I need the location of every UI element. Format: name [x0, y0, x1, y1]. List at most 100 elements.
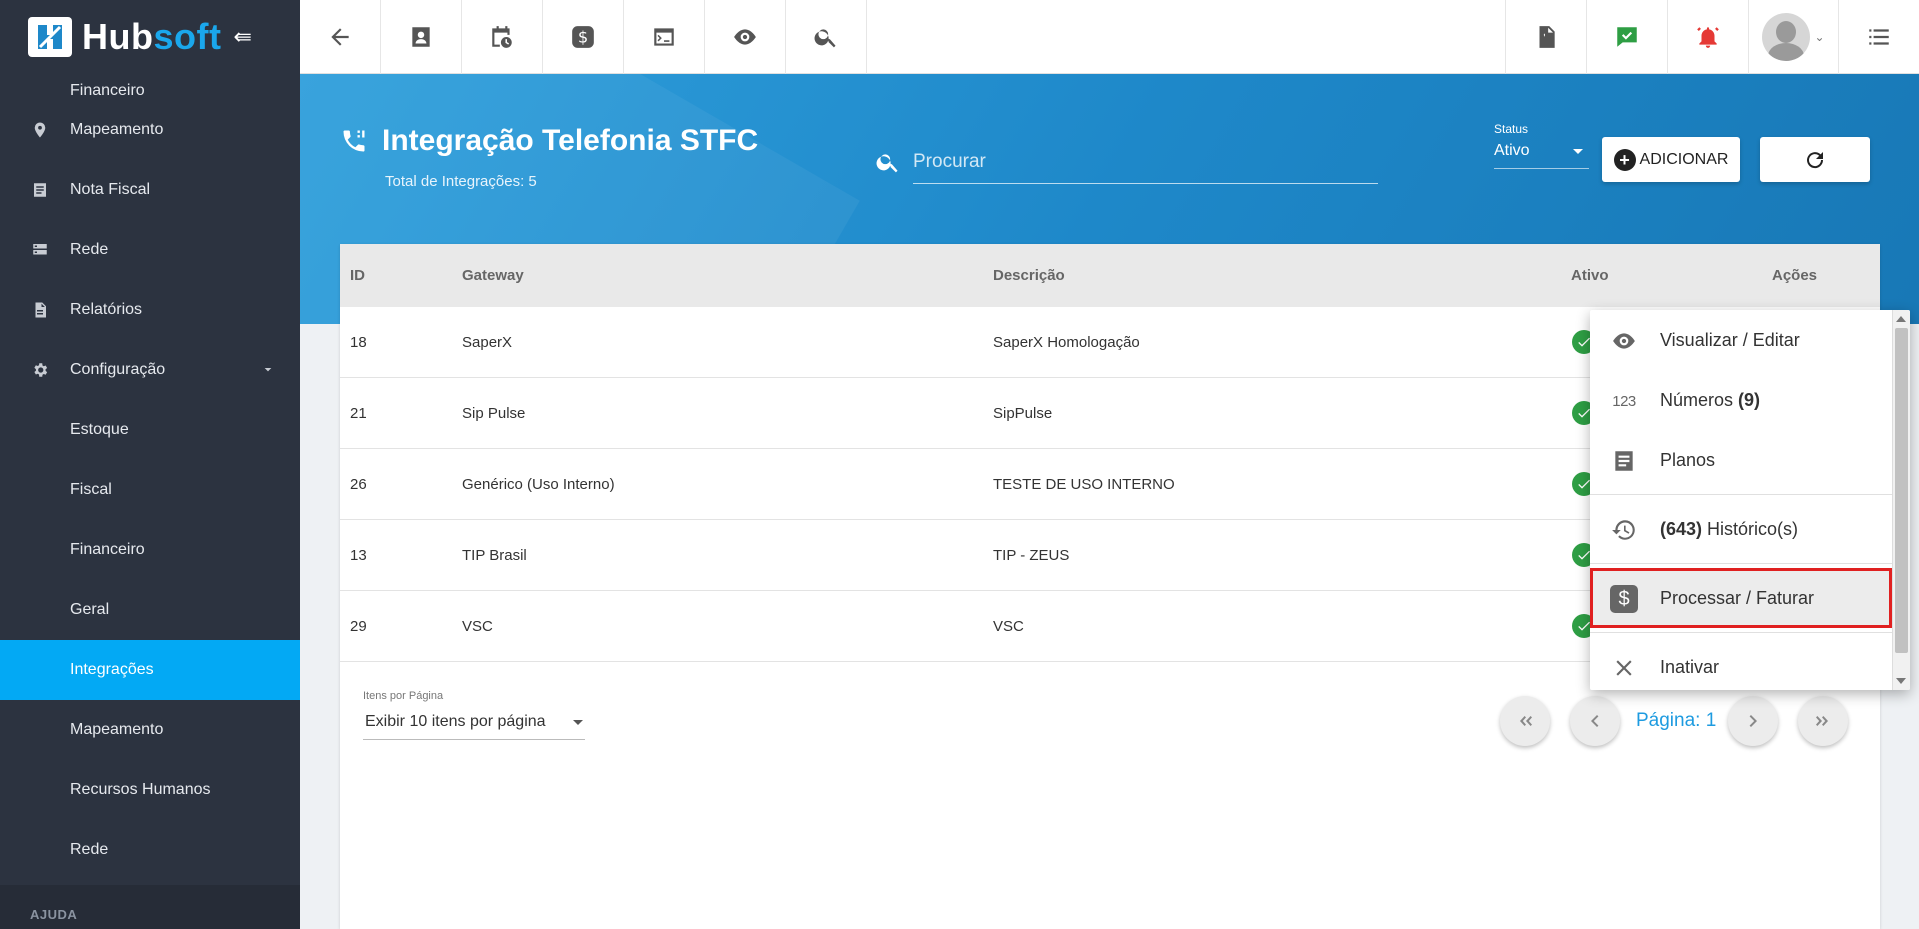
cell-id: 26	[350, 475, 367, 493]
menu-scrollbar[interactable]	[1892, 310, 1910, 690]
column-header-ativo[interactable]: Ativo	[1571, 267, 1609, 284]
server-icon	[30, 240, 50, 260]
billing-button[interactable]: $	[543, 0, 624, 74]
search-button[interactable]	[786, 0, 867, 74]
sidebar-subitem-rede[interactable]: Rede	[0, 820, 300, 880]
document-icon	[30, 300, 50, 320]
topbar: $ ⌄	[300, 0, 1919, 74]
hubsoft-logo-icon[interactable]	[28, 17, 72, 57]
cell-id: 18	[350, 333, 367, 351]
collapse-sidebar-icon[interactable]: ⇚	[233, 24, 251, 50]
sidebar-item-label: Mapeamento	[70, 721, 164, 738]
sidebar-item-label: Relatórios	[70, 301, 143, 318]
sidebar-item-label: Financeiro	[70, 541, 145, 558]
alerts-button[interactable]	[1667, 0, 1748, 74]
sidebar-item-relatorios[interactable]: Relatórios	[0, 280, 300, 340]
menu-item-label: Planos	[1660, 449, 1716, 470]
double-chevron-left-icon	[1520, 716, 1532, 726]
money-icon	[30, 80, 50, 100]
terminal-button[interactable]	[624, 0, 705, 74]
search-wrap	[875, 140, 1378, 184]
menu-item-inativar[interactable]: Inativar	[1590, 637, 1892, 690]
cell-gateway: Genérico (Uso Interno)	[462, 475, 615, 493]
sidebar-item-label: Rede	[70, 841, 109, 858]
menu-item-historico[interactable]: (643) Histórico(s)	[1590, 499, 1892, 559]
view-button[interactable]	[705, 0, 786, 74]
tasks-button[interactable]	[1586, 0, 1667, 74]
sidebar-item-label: Rede	[70, 241, 109, 258]
section-label-ajuda: AJUDA	[30, 907, 78, 922]
menu-item-planos[interactable]: Planos	[1590, 430, 1892, 490]
column-header-gateway[interactable]: Gateway	[462, 267, 524, 284]
menu-item-processar-faturar[interactable]: $ Processar / Faturar	[1590, 568, 1892, 628]
column-header-id[interactable]: ID	[350, 267, 365, 284]
sidebar-subitem-mapeamento[interactable]: Mapeamento	[0, 700, 300, 760]
row-actions-menu: Visualizar / Editar 123 Números (9) Plan…	[1590, 310, 1910, 690]
cell-id: 13	[350, 546, 367, 564]
cell-gateway: SaperX	[462, 333, 513, 351]
calendar-clock-icon	[492, 26, 512, 48]
pdf-icon	[1539, 26, 1555, 48]
menu-item-label: Visualizar / Editar	[1660, 329, 1800, 350]
search-icon	[814, 29, 836, 48]
sidebar-item-label: Mapeamento	[70, 121, 164, 138]
menu-item-view-edit[interactable]: Visualizar / Editar	[1590, 310, 1892, 370]
terminal-icon	[654, 28, 674, 46]
sidebar-item-configuracao[interactable]: Configuração	[0, 340, 300, 400]
menu-divider	[1590, 563, 1892, 564]
menu-item-label: Números	[1660, 389, 1734, 410]
search-input[interactable]	[913, 140, 1378, 184]
scroll-up-icon[interactable]	[1896, 316, 1906, 322]
cell-descricao: TIP - ZEUS	[993, 546, 1070, 564]
sidebar-item-rede[interactable]: Rede	[0, 220, 300, 280]
schedule-button[interactable]	[462, 0, 543, 74]
last-page-button[interactable]	[1798, 696, 1848, 746]
menu-list-button[interactable]	[1838, 0, 1919, 74]
sidebar-item-label: Geral	[70, 601, 110, 618]
sidebar-item-financeiro-partial[interactable]: Financeiro	[0, 74, 300, 100]
sidebar-subitem-recursos-humanos[interactable]: Recursos Humanos	[0, 760, 300, 820]
brand: Hubsoft ⇚	[0, 0, 300, 74]
phone-icon	[343, 130, 365, 152]
page-title-wrap: Integração Telefonia STFC	[340, 124, 758, 158]
cell-descricao: TESTE DE USO INTERNO	[993, 475, 1175, 493]
pdf-button[interactable]	[1505, 0, 1586, 74]
sidebar: Hubsoft ⇚ Financeiro Mapeamento Nota Fis…	[0, 0, 300, 929]
sidebar-item-label: Financeiro	[70, 82, 145, 99]
menu-item-numeros[interactable]: 123 Números (9)	[1590, 370, 1892, 430]
add-button-label: ADICIONAR	[1639, 150, 1729, 168]
status-select[interactable]: Ativo	[1494, 136, 1589, 169]
user-menu-button[interactable]: ⌄	[1748, 0, 1838, 74]
sidebar-item-mapeamento[interactable]: Mapeamento	[0, 100, 300, 160]
column-header-descricao[interactable]: Descrição	[993, 267, 1065, 284]
menu-scrollbar-thumb[interactable]	[1895, 328, 1908, 653]
next-page-button[interactable]	[1728, 696, 1778, 746]
sidebar-item-label: Recursos Humanos	[70, 781, 211, 798]
per-page-select[interactable]: Exibir 10 itens por página	[363, 707, 585, 740]
cell-descricao: SaperX Homologação	[993, 333, 1140, 351]
page-title: Integração Telefonia STFC	[382, 124, 759, 157]
close-icon	[1610, 654, 1638, 682]
first-page-button[interactable]	[1500, 696, 1550, 746]
map-pin-icon	[30, 120, 50, 140]
history-icon	[1610, 516, 1638, 544]
menu-item-label: Histórico(s)	[1707, 518, 1799, 539]
refresh-button[interactable]	[1760, 137, 1870, 182]
sidebar-item-label: Integrações	[70, 661, 154, 678]
menu-item-label: Inativar	[1660, 656, 1720, 677]
sidebar-subitem-integracoes[interactable]: Integrações	[0, 640, 300, 700]
prev-page-button[interactable]	[1570, 696, 1620, 746]
back-button[interactable]	[300, 0, 381, 74]
sidebar-subitem-financeiro[interactable]: Financeiro	[0, 520, 300, 580]
cell-descricao: VSC	[993, 617, 1024, 635]
contacts-button[interactable]	[381, 0, 462, 74]
status-filter[interactable]: Status Ativo	[1494, 122, 1589, 169]
add-button[interactable]: + ADICIONAR	[1602, 137, 1740, 182]
sidebar-item-nota-fiscal[interactable]: Nota Fiscal	[0, 160, 300, 220]
sidebar-subitem-estoque[interactable]: Estoque	[0, 400, 300, 460]
scroll-down-icon[interactable]	[1896, 678, 1906, 684]
sidebar-item-label: Configuração	[70, 361, 166, 378]
sidebar-subitem-fiscal[interactable]: Fiscal	[0, 460, 300, 520]
chevron-left-icon	[1591, 715, 1599, 727]
sidebar-subitem-geral[interactable]: Geral	[0, 580, 300, 640]
